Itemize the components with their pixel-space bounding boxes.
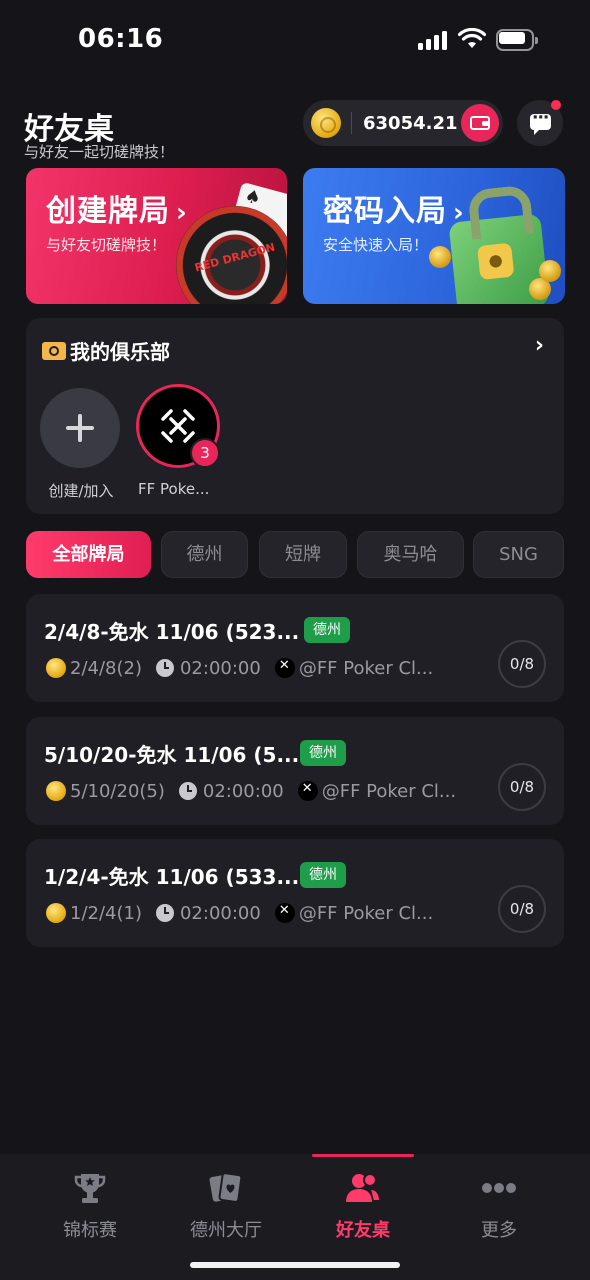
- create-game-banner[interactable]: RED DRAGON 创建牌局› 与好友切磋牌技！: [26, 168, 287, 304]
- game-type-tag: 德州: [300, 740, 346, 766]
- chevron-right-icon: ›: [453, 198, 465, 228]
- status-bar: 06:16: [0, 0, 590, 80]
- game-type-tag: 德州: [304, 617, 350, 643]
- tab-texas[interactable]: 德州: [161, 531, 248, 578]
- nav-texas-lobby[interactable]: 德州大厅: [152, 1154, 300, 1254]
- friend-table-screen: 06:16 好友桌 与好友一起切磋牌技！ 63054.21 RED DRAGON: [0, 0, 590, 1280]
- friends-icon: [346, 1173, 381, 1202]
- coin-icon: [311, 108, 341, 138]
- balance-value: 63054.21: [363, 113, 458, 134]
- game-meta: 5/10/20(5) 02:00:00 @FF Poker Cl...: [46, 781, 456, 802]
- game-club: @FF Poker Cl...: [298, 658, 434, 679]
- chip-logo-text: RED DRAGON: [193, 240, 277, 275]
- game-meta: 1/2/4(1) 02:00:00 @FF Poker Cl...: [46, 903, 433, 924]
- nav-label: 好友桌: [336, 1220, 390, 1241]
- game-row[interactable]: 2/4/8-免水 11/06 (523... 德州 2/4/8(2) 02:00:…: [26, 594, 564, 702]
- my-clubs-title: 我的俱乐部: [70, 340, 170, 364]
- game-type-tag: 德州: [300, 862, 346, 888]
- gold-coin-illustration: [429, 246, 451, 268]
- tab-sng[interactable]: SNG: [473, 531, 564, 578]
- game-duration: 02:00:00: [179, 903, 261, 924]
- tab-all-games[interactable]: 全部牌局: [26, 531, 151, 578]
- clock-icon: [178, 782, 197, 800]
- club-logo-icon: [297, 781, 318, 801]
- clock-icon: [155, 659, 174, 677]
- create-game-title: 创建牌局 ›: [46, 194, 188, 229]
- cards-icon: [209, 1172, 243, 1203]
- status-time: 06:16: [78, 24, 164, 54]
- balance-divider: [351, 112, 352, 134]
- wallet-icon: [470, 116, 490, 130]
- battery-icon: [496, 29, 538, 51]
- join-by-code-subtitle: 安全快速入局！: [323, 236, 429, 254]
- more-icon: [482, 1183, 516, 1193]
- game-row[interactable]: 5/10/20-免水 11/06 (5... 德州 5/10/20(5) 02:0…: [26, 717, 564, 825]
- seat-count: 0/8: [498, 640, 546, 688]
- game-duration: 02:00:00: [179, 658, 261, 679]
- tab-short-deck[interactable]: 短牌: [259, 531, 347, 578]
- create-join-club-label: 创建/加入: [48, 482, 114, 500]
- game-club: @FF Poker Cl...: [321, 781, 457, 802]
- club-unread-badge: 3: [190, 438, 220, 468]
- chevron-right-icon: ›: [176, 198, 188, 228]
- coin-icon: [46, 903, 66, 923]
- nav-label: 锦标赛: [63, 1220, 117, 1241]
- game-duration: 02:00:00: [202, 781, 284, 802]
- create-join-club-button[interactable]: [40, 388, 120, 468]
- join-by-code-title: 密码入局 ›: [323, 194, 465, 229]
- coin-icon: [46, 658, 66, 678]
- trophy-icon: [74, 1174, 106, 1203]
- nav-label: 德州大厅: [190, 1220, 262, 1241]
- game-stakes: 2/4/8(2): [70, 658, 142, 679]
- chat-bubble-icon: [530, 108, 551, 135]
- notification-dot: [551, 100, 561, 110]
- game-title: 1/2/4-免水 11/06 (533...: [44, 865, 300, 889]
- game-title: 2/4/8-免水 11/06 (523...: [44, 620, 300, 644]
- home-indicator[interactable]: [190, 1262, 400, 1268]
- messages-button[interactable]: [517, 100, 563, 146]
- game-meta: 2/4/8(2) 02:00:00 @FF Poker Cl...: [46, 658, 433, 679]
- game-title: 5/10/20-免水 11/06 (5...: [44, 743, 300, 767]
- poker-chip-illustration: RED DRAGON: [176, 206, 287, 304]
- nav-more[interactable]: 更多: [425, 1154, 573, 1254]
- nav-tournaments[interactable]: 锦标赛: [16, 1154, 164, 1254]
- game-club: @FF Poker Cl...: [298, 903, 434, 924]
- nav-friend-table[interactable]: 好友桌: [289, 1154, 437, 1254]
- club-crown-icon: [42, 338, 66, 360]
- seat-count: 0/8: [498, 763, 546, 811]
- create-game-subtitle: 与好友切磋牌技！: [46, 236, 167, 254]
- wifi-icon: [458, 28, 486, 48]
- club-logo-icon: [274, 658, 295, 678]
- club-logo-icon: [274, 903, 295, 923]
- seat-count: 0/8: [498, 885, 546, 933]
- balance-pill[interactable]: 63054.21: [303, 100, 503, 146]
- wallet-button[interactable]: [461, 104, 499, 142]
- coin-icon: [46, 781, 66, 801]
- clock-icon: [155, 904, 174, 922]
- gold-coin-illustration: [539, 260, 561, 282]
- my-clubs-card: 我的俱乐部 › 创建/加入 3 FF Poke...: [26, 318, 564, 514]
- game-stakes: 1/2/4(1): [70, 903, 142, 924]
- join-by-code-banner[interactable]: 密码入局 › 安全快速入局！: [303, 168, 565, 304]
- page-subtitle: 与好友一起切磋牌技！: [24, 143, 175, 161]
- game-row[interactable]: 1/2/4-免水 11/06 (533... 德州 1/2/4(1) 02:00:…: [26, 839, 564, 947]
- nav-label: 更多: [481, 1220, 517, 1241]
- tab-omaha[interactable]: 奥马哈: [357, 531, 464, 578]
- chevron-right-icon[interactable]: ›: [535, 333, 544, 358]
- game-stakes: 5/10/20(5): [70, 781, 165, 802]
- club-name: FF Poke...: [138, 480, 210, 498]
- signal-icon: [418, 30, 450, 50]
